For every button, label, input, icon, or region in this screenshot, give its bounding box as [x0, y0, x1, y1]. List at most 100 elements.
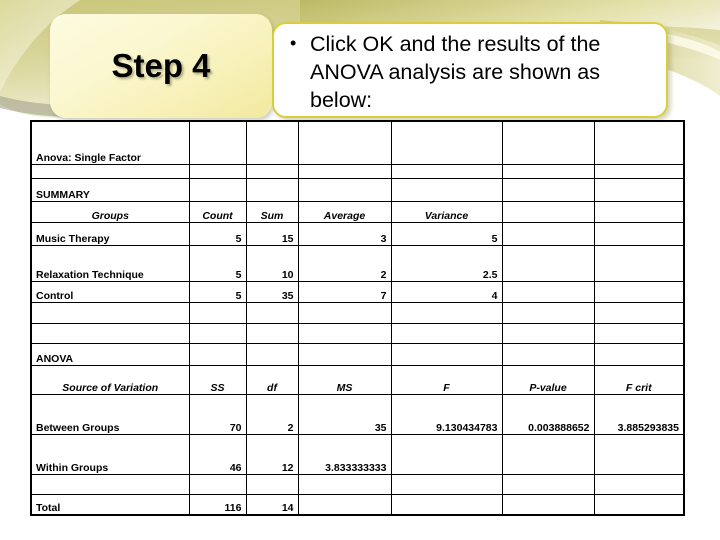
- cell-source: Total: [30, 493, 190, 516]
- cell-f-crit: 3.885293835: [593, 393, 685, 435]
- cell-empty: [245, 163, 299, 179]
- cell-empty: [30, 301, 190, 324]
- anova-output-table: Anova: Single Factor SUMMARY Groups Coun…: [30, 120, 685, 516]
- cell-empty: [188, 473, 247, 495]
- cell-variance: 4: [390, 280, 503, 303]
- cell-df: 12: [245, 433, 299, 475]
- cell-empty: [188, 342, 247, 366]
- step-title-box: Step 4: [50, 14, 272, 118]
- cell-empty: [297, 473, 392, 495]
- header-ss: SS: [188, 364, 247, 395]
- header-f: F: [390, 364, 503, 395]
- table-row: Music Therapy 5 15 3 5: [30, 221, 685, 246]
- cell-empty: [501, 221, 595, 246]
- instruction-callout-box: Click OK and the results of the ANOVA an…: [272, 22, 668, 118]
- header-count: Count: [188, 200, 247, 223]
- cell-ms: 3.833333333: [297, 433, 392, 475]
- table-row: Total 116 14: [30, 493, 685, 516]
- cell-empty: [390, 120, 503, 165]
- cell-empty: [501, 342, 595, 366]
- cell-empty: [593, 200, 685, 223]
- cell-p-value: [501, 493, 595, 516]
- cell-empty: [593, 163, 685, 179]
- cell-empty: [297, 322, 392, 344]
- cell-empty: [593, 301, 685, 324]
- cell-empty: [501, 120, 595, 165]
- cell-empty: [297, 163, 392, 179]
- cell-f: [390, 433, 503, 475]
- cell-anova-title: Anova: Single Factor: [30, 120, 190, 165]
- cell-count: 5: [188, 221, 247, 246]
- header-average: Average: [297, 200, 392, 223]
- cell-empty: [245, 473, 299, 495]
- cell-f-crit: [593, 433, 685, 475]
- cell-average: 2: [297, 244, 392, 282]
- cell-empty: [297, 342, 392, 366]
- cell-empty: [188, 120, 247, 165]
- cell-empty: [390, 177, 503, 202]
- table-row: Relaxation Technique 5 10 2 2.5: [30, 244, 685, 282]
- table-row: Control 5 35 7 4: [30, 280, 685, 303]
- cell-group-name: Control: [30, 280, 190, 303]
- cell-empty: [188, 301, 247, 324]
- cell-ms: 35: [297, 393, 392, 435]
- cell-empty: [390, 301, 503, 324]
- cell-empty: [501, 244, 595, 282]
- cell-ss: 70: [188, 393, 247, 435]
- cell-empty: [390, 473, 503, 495]
- table-row: Groups Count Sum Average Variance: [30, 200, 685, 223]
- table-row: Anova: Single Factor: [30, 120, 685, 165]
- cell-variance: 5: [390, 221, 503, 246]
- header-groups: Groups: [30, 200, 190, 223]
- cell-empty: [593, 322, 685, 344]
- cell-group-name: Music Therapy: [30, 221, 190, 246]
- cell-source: Between Groups: [30, 393, 190, 435]
- table-row: SUMMARY: [30, 177, 685, 202]
- cell-empty: [593, 221, 685, 246]
- table-row: Within Groups 46 12 3.833333333: [30, 433, 685, 475]
- cell-empty: [188, 177, 247, 202]
- cell-empty: [188, 322, 247, 344]
- cell-sum: 35: [245, 280, 299, 303]
- cell-empty: [501, 177, 595, 202]
- cell-empty: [245, 342, 299, 366]
- cell-empty: [593, 280, 685, 303]
- cell-empty: [245, 301, 299, 324]
- cell-empty: [297, 301, 392, 324]
- header-p-value: P-value: [501, 364, 595, 395]
- cell-ss: 46: [188, 433, 247, 475]
- cell-empty: [245, 322, 299, 344]
- cell-count: 5: [188, 280, 247, 303]
- cell-empty: [188, 163, 247, 179]
- table-row: [30, 163, 685, 179]
- cell-empty: [297, 120, 392, 165]
- cell-average: 3: [297, 221, 392, 246]
- table-row: [30, 473, 685, 495]
- spreadsheet-grid: Anova: Single Factor SUMMARY Groups Coun…: [30, 120, 685, 516]
- cell-anova-heading: ANOVA: [30, 342, 190, 366]
- instruction-bullet-item: Click OK and the results of the ANOVA an…: [288, 29, 656, 114]
- cell-empty: [593, 473, 685, 495]
- header-ms: MS: [297, 364, 392, 395]
- cell-empty: [501, 280, 595, 303]
- header-source-of-variation: Source of Variation: [30, 364, 190, 395]
- step-title-label: Step 4: [111, 47, 211, 84]
- cell-sum: 10: [245, 244, 299, 282]
- cell-empty: [593, 120, 685, 165]
- cell-empty: [30, 473, 190, 495]
- cell-sum: 15: [245, 221, 299, 246]
- table-row: Between Groups 70 2 35 9.130434783 0.003…: [30, 393, 685, 435]
- header-df: df: [245, 364, 299, 395]
- header-sum: Sum: [245, 200, 299, 223]
- cell-empty: [297, 177, 392, 202]
- cell-average: 7: [297, 280, 392, 303]
- table-row: ANOVA: [30, 342, 685, 366]
- cell-f: [390, 493, 503, 516]
- cell-empty: [30, 322, 190, 344]
- cell-empty: [501, 301, 595, 324]
- cell-empty: [245, 177, 299, 202]
- table-row: Source of Variation SS df MS F P-value F…: [30, 364, 685, 395]
- table-row: [30, 322, 685, 344]
- cell-empty: [593, 177, 685, 202]
- cell-empty: [501, 473, 595, 495]
